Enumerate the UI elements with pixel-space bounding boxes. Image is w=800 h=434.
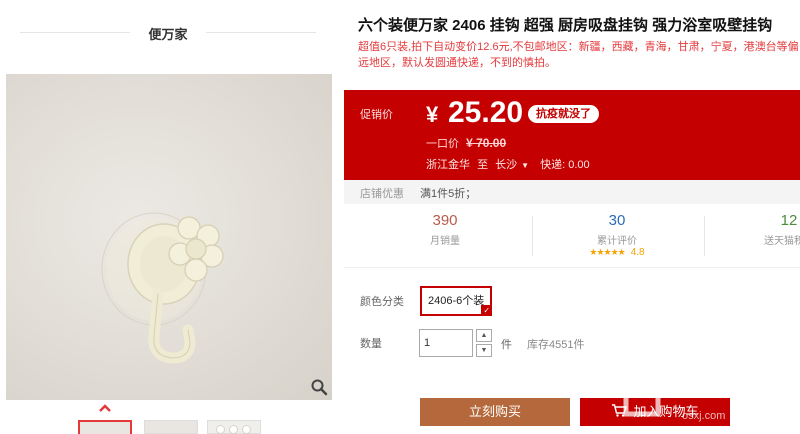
hook-dot-icon bbox=[242, 425, 251, 434]
sku-option-label: 2406-6个装 bbox=[428, 295, 485, 307]
hook-dot-icon bbox=[229, 425, 238, 434]
stock-count: 库存4551件 bbox=[527, 339, 585, 351]
promo-price-label: 促销价 bbox=[360, 109, 393, 121]
quantity-input[interactable] bbox=[419, 329, 473, 357]
store-promo: 店铺优惠 满1件5折； bbox=[344, 180, 800, 204]
shipping-info: 浙江金华 至 长沙 ▼ 快递: 0.00 bbox=[426, 156, 594, 172]
sku-option-selected[interactable]: 2406-6个装 ✓ bbox=[420, 286, 493, 316]
product-title: 六个装便万家 2406 挂钩 超强 厨房吸盘挂钩 强力浴室吸壁挂钩 bbox=[358, 17, 773, 34]
price-panel: 促销价 ¥ 25.20 抗疫就没了 一口价 ¥ 70.00 浙江金华 至 长沙 ▼… bbox=[344, 90, 800, 180]
reward-points-label: 送天猫积分 bbox=[764, 236, 800, 247]
watermark-brand: OS bbox=[668, 364, 720, 402]
total-reviews-value: 30 bbox=[608, 212, 626, 229]
promo-price: 25.20 bbox=[448, 96, 524, 129]
price-currency: ¥ bbox=[426, 102, 439, 127]
reward-points-value: 12 bbox=[780, 212, 798, 229]
chevron-up-icon[interactable] bbox=[98, 402, 112, 412]
store-header: 便万家 bbox=[20, 20, 316, 44]
ship-express: 快递: 0.00 bbox=[540, 159, 590, 171]
divider bbox=[206, 32, 316, 33]
suction-hook-image bbox=[101, 212, 224, 364]
ship-from: 浙江金华 bbox=[426, 159, 470, 171]
star-rating-icon: ★★★★★ 4.8 bbox=[589, 247, 645, 258]
buy-now-button[interactable]: 立刻购买 bbox=[420, 398, 570, 426]
gallery-column: 便万家 bbox=[0, 0, 338, 434]
zoom-icon[interactable] bbox=[310, 378, 328, 396]
store-name[interactable]: 便万家 bbox=[20, 24, 316, 43]
monthly-sales: 390 月销量 bbox=[360, 206, 530, 247]
color-label: 颜色分类 bbox=[360, 296, 404, 308]
watermark-logo: OS 系家 osxj.com bbox=[612, 358, 800, 434]
stats-bar: 390 月销量 30 累计评价 ★★★★★4.8 12 送天猫积分 bbox=[344, 206, 800, 268]
quantity-increase-button[interactable]: ▲ bbox=[476, 329, 492, 342]
monthly-sales-label: 月销量 bbox=[430, 236, 460, 247]
original-price-label: 一口价 bbox=[426, 138, 459, 150]
total-reviews-label: 累计评价 bbox=[597, 236, 637, 247]
original-price-value: ¥ 70.00 bbox=[466, 136, 507, 150]
store-promo-label: 店铺优惠 bbox=[360, 188, 404, 200]
watermark-cn: 系家 bbox=[734, 375, 794, 408]
total-reviews[interactable]: 30 累计评价 ★★★★★ 4.8 bbox=[532, 206, 702, 258]
reward-points: 12 送天猫积分 bbox=[704, 206, 800, 247]
original-price: 一口价 ¥ 70.00 bbox=[426, 135, 506, 151]
watermark-house-icon bbox=[618, 368, 666, 417]
thumbnail-1[interactable] bbox=[78, 420, 132, 434]
main-product-image[interactable] bbox=[6, 74, 332, 400]
quantity-decrease-button[interactable]: ▼ bbox=[476, 344, 492, 357]
watermark-url: osxj.com bbox=[682, 410, 726, 422]
quantity-unit: 件 bbox=[501, 339, 512, 351]
ship-to-city[interactable]: 长沙 bbox=[495, 159, 517, 171]
rating-value: 4.8 bbox=[630, 247, 645, 258]
hook-dot-icon bbox=[216, 425, 225, 434]
check-icon: ✓ bbox=[481, 305, 493, 316]
product-subtitle: 超值6只装,拍下自动变价12.6元,不包邮地区：新疆，西藏，青海，甘肃，宁夏，港… bbox=[358, 41, 799, 69]
price-badge: 抗疫就没了 bbox=[528, 105, 599, 123]
chevron-down-icon[interactable]: ▼ bbox=[521, 161, 529, 170]
monthly-sales-value: 390 bbox=[432, 212, 458, 229]
store-promo-text: 满1件5折； bbox=[420, 188, 477, 200]
thumbnail-3[interactable] bbox=[207, 420, 261, 434]
thumbnail-2[interactable] bbox=[144, 420, 198, 434]
ship-to-word: 至 bbox=[477, 159, 489, 171]
quantity-label: 数量 bbox=[360, 338, 382, 350]
